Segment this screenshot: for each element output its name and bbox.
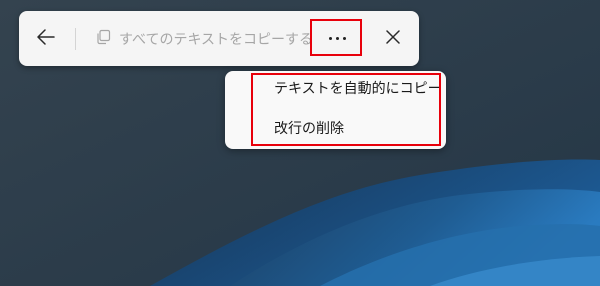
close-icon (386, 29, 400, 48)
copy-all-text-button[interactable]: すべてのテキストをコピーする (95, 11, 313, 66)
toolbar-divider (75, 28, 76, 50)
back-button[interactable] (27, 11, 65, 66)
menu-items-highlight-box (251, 73, 441, 146)
close-button[interactable] (375, 11, 411, 66)
copy-all-label: すべてのテキストをコピーする (119, 31, 314, 48)
more-button-highlight-box (310, 19, 362, 56)
arrow-left-icon (37, 28, 55, 49)
copy-icon (95, 29, 111, 49)
